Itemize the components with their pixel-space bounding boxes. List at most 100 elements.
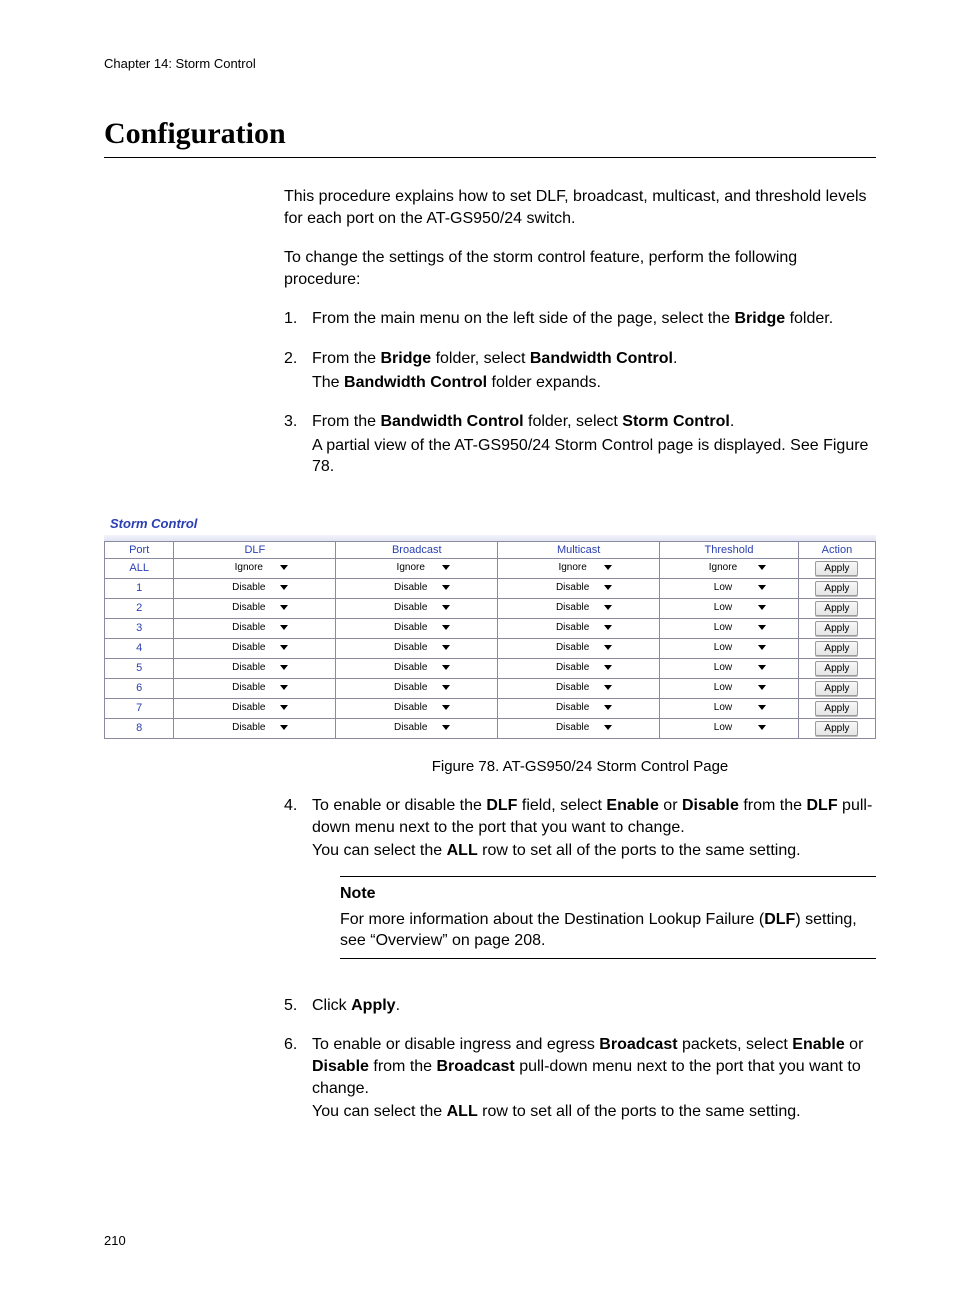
dropdown[interactable]: Low [692, 681, 766, 695]
broadcast-bold: Broadcast [437, 1058, 515, 1075]
dropdown[interactable]: Disable [546, 721, 612, 735]
apply-button[interactable]: Apply [815, 721, 858, 736]
chevron-down-icon [604, 725, 612, 730]
step-1: 1. From the main menu on the left side o… [284, 308, 876, 330]
dropdown[interactable]: Low [692, 641, 766, 655]
dropdown[interactable]: Low [692, 621, 766, 635]
dropdown[interactable]: Disable [546, 681, 612, 695]
dropdown[interactable]: Disable [546, 581, 612, 595]
page-title: Configuration [104, 117, 876, 151]
chevron-down-icon [604, 685, 612, 690]
table-row: 8 Disable Disable Disable Low Apply [105, 718, 876, 738]
dropdown[interactable]: Ignore [384, 561, 450, 575]
dropdown-value: Disable [394, 601, 427, 615]
t: . [673, 350, 677, 367]
apply-button[interactable]: Apply [815, 561, 858, 576]
dropdown[interactable]: Disable [222, 681, 288, 695]
chevron-down-icon [758, 725, 766, 730]
dropdown-value: Disable [232, 601, 265, 615]
port-cell: 8 [105, 718, 174, 738]
t: row to set all of the ports to the same … [478, 1103, 801, 1120]
dropdown-value: Disable [232, 721, 265, 735]
dropdown-value: Disable [556, 621, 589, 635]
dropdown[interactable]: Disable [384, 701, 450, 715]
dropdown[interactable]: Ignore [222, 561, 288, 575]
dropdown[interactable]: Disable [546, 621, 612, 635]
t: You can select the [312, 1103, 447, 1120]
dropdown[interactable]: Disable [222, 701, 288, 715]
all-bold: ALL [447, 1103, 478, 1120]
apply-button[interactable]: Apply [815, 701, 858, 716]
t: To enable or disable the [312, 797, 486, 814]
t: . [396, 997, 400, 1014]
t: Click [312, 997, 351, 1014]
all-bold: ALL [447, 842, 478, 859]
dropdown[interactable]: Disable [384, 641, 450, 655]
chevron-down-icon [604, 585, 612, 590]
apply-button[interactable]: Apply [815, 681, 858, 696]
dropdown[interactable]: Disable [222, 621, 288, 635]
dropdown[interactable]: Low [692, 701, 766, 715]
chapter-header: Chapter 14: Storm Control [104, 56, 876, 71]
dropdown[interactable]: Low [692, 601, 766, 615]
apply-button[interactable]: Apply [815, 641, 858, 656]
dropdown[interactable]: Disable [222, 721, 288, 735]
dropdown-value: Disable [556, 681, 589, 695]
apply-button[interactable]: Apply [815, 661, 858, 676]
t: folder expands. [487, 374, 601, 391]
apply-button[interactable]: Apply [815, 601, 858, 616]
dropdown[interactable]: Disable [384, 621, 450, 635]
step-3-sub: A partial view of the AT-GS950/24 Storm … [312, 435, 876, 478]
chevron-down-icon [442, 685, 450, 690]
t: field, select [517, 797, 606, 814]
dropdown-value: Low [714, 641, 732, 655]
chevron-down-icon [758, 625, 766, 630]
dropdown-value: Low [714, 681, 732, 695]
chevron-down-icon [442, 625, 450, 630]
dropdown-value: Disable [556, 661, 589, 675]
table-row: 5DisableDisableDisableLowApply [105, 658, 876, 678]
dropdown-value: Disable [232, 701, 265, 715]
apply-button[interactable]: Apply [815, 621, 858, 636]
chevron-down-icon [758, 705, 766, 710]
apply-button[interactable]: Apply [815, 581, 858, 596]
t: To enable or disable ingress and egress [312, 1036, 599, 1053]
chevron-down-icon [758, 665, 766, 670]
dropdown[interactable]: Low [692, 721, 766, 735]
chevron-down-icon [442, 565, 450, 570]
t: folder, select [431, 350, 530, 367]
dropdown[interactable]: Disable [222, 601, 288, 615]
dropdown[interactable]: Disable [384, 581, 450, 595]
dropdown[interactable]: Disable [546, 601, 612, 615]
table-row: 6DisableDisableDisableLowApply [105, 678, 876, 698]
dropdown-value: Disable [394, 701, 427, 715]
figure-caption: Figure 78. AT-GS950/24 Storm Control Pag… [284, 757, 876, 777]
dropdown[interactable]: Ignore [546, 561, 612, 575]
dropdown[interactable]: Disable [546, 701, 612, 715]
dropdown-value: Disable [394, 581, 427, 595]
chevron-down-icon [442, 725, 450, 730]
dropdown[interactable]: Low [692, 581, 766, 595]
dropdown[interactable]: Disable [384, 601, 450, 615]
dropdown[interactable]: Disable [384, 721, 450, 735]
dropdown[interactable]: Disable [384, 681, 450, 695]
chevron-down-icon [604, 625, 612, 630]
dropdown[interactable]: Ignore [692, 561, 766, 575]
step-5: 5. Click Apply. [284, 995, 876, 1017]
dropdown[interactable]: Disable [546, 641, 612, 655]
dropdown[interactable]: Low [692, 661, 766, 675]
step-3: 3. From the Bandwidth Control folder, se… [284, 411, 876, 478]
dropdown[interactable]: Disable [384, 661, 450, 675]
step-2: 2. From the Bridge folder, select Bandwi… [284, 348, 876, 393]
step-6: 6. To enable or disable ingress and egre… [284, 1034, 876, 1122]
dropdown-value: Low [714, 701, 732, 715]
dropdown[interactable]: Disable [222, 581, 288, 595]
t: or [845, 1036, 864, 1053]
col-broadcast: Broadcast [336, 541, 498, 558]
dropdown[interactable]: Disable [222, 641, 288, 655]
dropdown[interactable]: Disable [546, 661, 612, 675]
table-row: 2DisableDisableDisableLowApply [105, 598, 876, 618]
dropdown[interactable]: Disable [222, 661, 288, 675]
dropdown-value: Disable [394, 681, 427, 695]
dropdown-value: Ignore [235, 561, 263, 575]
